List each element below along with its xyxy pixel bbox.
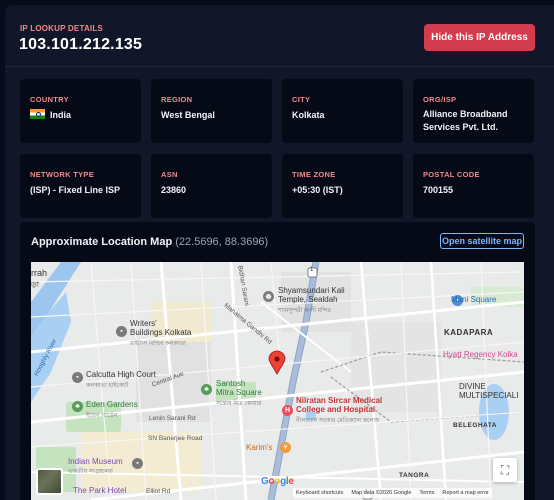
road-sn-banerjee: SN Banerjee Road (148, 435, 203, 442)
card-label: POSTAL CODE (423, 170, 480, 179)
card-label: REGION (161, 95, 193, 104)
landmark-icon: ▪ (116, 326, 127, 337)
card-value: West Bengal (161, 110, 215, 120)
location-map-card: Approximate Location Map (22.5696, 88.36… (20, 222, 535, 500)
card-org-isp: ORG/ISP Alliance Broadband Services Pvt.… (413, 79, 534, 143)
card-value: Alliance Broadband Services Pvt. Ltd. (423, 109, 508, 132)
card-asn: ASN 23860 (151, 154, 272, 218)
card-time-zone: TIME ZONE +05:30 (IST) (282, 154, 403, 218)
map-label-divine: DIVINE (459, 382, 486, 391)
card-postal-code: POSTAL CODE 700155 (413, 154, 534, 218)
map-label-park-hotel: The Park Hotel (73, 486, 127, 495)
map-label-shyamsundari2: Temple, Sealdah (278, 295, 338, 304)
museum-icon: ▪ (132, 458, 143, 469)
map-label-eden-gardens: Eden Gardens (86, 400, 138, 409)
card-country: COUNTRY India (20, 79, 141, 143)
open-satellite-map-link[interactable]: Open satellite map (440, 233, 524, 249)
card-value: India (30, 109, 135, 122)
terms-link[interactable]: Terms (419, 490, 434, 496)
card-label: CITY (292, 95, 311, 104)
card-label: TIME ZONE (292, 170, 336, 179)
map-label-mani-square: Mani Square (451, 295, 497, 304)
road-lenin-sarani: Lenin Sarani Rd (149, 415, 196, 422)
map-label-divine2: MULTISPECIALI (459, 391, 519, 400)
map-label-santosh-bn: সন্তোষ মিত্র স্কোয়ার (216, 401, 262, 407)
card-label: ASN (161, 170, 178, 179)
map-data-text: Map data ©2026 Google (351, 490, 412, 496)
stadium-icon: ♣ (72, 401, 83, 412)
map-label-tangra: TANGRA (399, 472, 430, 479)
map-label-indian-museum: Indian Museum (68, 457, 123, 466)
map-label-kadapara: KADAPARA (444, 328, 494, 337)
card-region: REGION West Bengal (151, 79, 272, 143)
india-flag-icon (30, 109, 45, 119)
google-logo: Google (261, 476, 294, 487)
hospital-icon: H (282, 405, 293, 416)
map-label-nilratan-bn: নীলরতন সরকার মেডিক্যাল কলেজ (296, 418, 380, 424)
map-label-shyamsundari: Shyamsundari Kali (278, 286, 345, 295)
section-label: IP LOOKUP DETAILS (20, 24, 103, 33)
map-title: Approximate Location Map (22.5696, 88.36… (31, 236, 268, 248)
keyboard-shortcuts-link[interactable]: Keyboard shortcuts (296, 490, 343, 496)
header-divider (5, 66, 554, 67)
map-attribution: Keyboard shortcuts Map data ©2026 Google… (293, 488, 492, 498)
map-label-nilratan2: College and Hospital (296, 405, 376, 414)
map-label-writers-bn: রাইটার্স বিল্ডিং কলকাতা (130, 341, 186, 347)
map-label-beleghata: BELEGHATA (453, 422, 497, 429)
route-shield-1: 1 (310, 267, 314, 273)
road-elliot: Elliot Rd (146, 488, 171, 495)
card-label: COUNTRY (30, 95, 69, 104)
card-label: ORG/ISP (423, 95, 457, 104)
temple-icon: ☸ (263, 291, 274, 302)
map-label-santosh: Santosh (216, 379, 246, 388)
hide-ip-button[interactable]: Hide this IP Address (424, 24, 535, 51)
map-title-text: Approximate Location Map (31, 236, 173, 248)
map-label-shyamsundari-bn: শ্যামসুন্দরী কালী মন্দির (278, 308, 331, 314)
card-value: 23860 (161, 185, 187, 195)
map-label-rah-bn: ড়া (31, 280, 40, 289)
map-label-hyatt: Hyatt Regency Kolka (443, 350, 518, 359)
card-network-type: NETWORK TYPE (ISP) - Fixed Line ISP (20, 154, 141, 218)
satellite-layer-thumbnail[interactable] (36, 468, 63, 495)
country-value: India (50, 110, 72, 120)
card-value: +05:30 (IST) (292, 185, 343, 195)
map-label-nilratan: Nilratan Sircar Medical (296, 396, 383, 405)
map-label-eden-gardens-bn: ইডেন গার্ডেন (86, 413, 118, 419)
map-label-santosh2: Mitra Square (216, 388, 262, 397)
map-label-karims: Karim's (246, 443, 273, 452)
google-map[interactable]: rrah ড়া Hooghly River ▪ Writers' Buildi… (31, 262, 524, 500)
card-label: NETWORK TYPE (30, 170, 95, 179)
ip-address: 103.101.212.135 (19, 36, 143, 53)
card-city: CITY Kolkata (282, 79, 403, 143)
card-value: 700155 (423, 185, 454, 195)
map-label-rah: rrah (31, 268, 48, 278)
map-label-high-court: Calcutta High Court (86, 370, 156, 379)
card-value: Kolkata (292, 110, 325, 120)
fullscreen-icon[interactable]: ⛶ (493, 458, 517, 482)
report-map-error-link[interactable]: Report a map error (442, 490, 488, 496)
map-coordinates: (22.5696, 88.3696) (175, 236, 269, 248)
park-icon: ♣ (201, 384, 212, 395)
court-icon: ▪ (72, 372, 83, 383)
map-label-writers: Writers' (130, 319, 157, 328)
map-label-high-court-bn: কলকাতা হাইকোর্ট (86, 383, 129, 389)
map-label-indian-museum-bn: ভারতীয় সংগ্রহালয় (68, 469, 113, 475)
map-label-writers2: Buildings Kolkata (130, 328, 192, 337)
restaurant-icon: ⑂ (280, 442, 291, 453)
card-value: (ISP) - Fixed Line ISP (30, 185, 121, 195)
